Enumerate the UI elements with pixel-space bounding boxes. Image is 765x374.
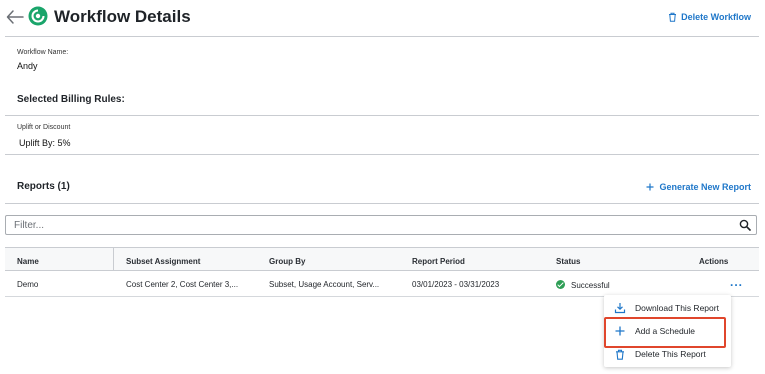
menu-item-label: Add a Schedule bbox=[635, 326, 696, 336]
divider bbox=[5, 36, 759, 37]
billing-rules-title: Selected Billing Rules: bbox=[17, 94, 125, 105]
cell-name: Demo bbox=[17, 280, 39, 289]
workflow-name-label: Workflow Name: bbox=[17, 49, 69, 56]
delete-workflow-label: Delete Workflow bbox=[681, 12, 751, 22]
trash-icon bbox=[614, 348, 626, 360]
download-icon bbox=[614, 302, 626, 314]
status-text: Successful bbox=[571, 281, 610, 290]
menu-item-label: Delete This Report bbox=[635, 349, 706, 359]
cell-report-period: 03/01/2023 - 03/31/2023 bbox=[412, 280, 500, 289]
success-check-icon bbox=[556, 280, 565, 289]
column-header-actions: Actions bbox=[699, 257, 729, 266]
column-header-status[interactable]: Status bbox=[556, 257, 580, 266]
menu-item-download-report[interactable]: Download This Report bbox=[604, 297, 731, 319]
reports-table-header: Name Subset Assignment Group By Report P… bbox=[5, 247, 759, 271]
divider bbox=[5, 203, 759, 204]
trash-icon bbox=[669, 12, 677, 22]
menu-item-delete-report[interactable]: Delete This Report bbox=[604, 343, 731, 365]
menu-item-add-schedule[interactable]: Add a Schedule bbox=[604, 320, 731, 342]
column-divider[interactable] bbox=[113, 248, 114, 270]
generate-report-button[interactable]: Generate New Report bbox=[646, 182, 751, 192]
divider bbox=[5, 115, 759, 116]
row-actions-menu: Download This Report Add a Schedule Dele… bbox=[604, 295, 731, 367]
divider bbox=[5, 154, 759, 155]
column-header-group-by[interactable]: Group By bbox=[269, 257, 305, 266]
cell-status: Successful bbox=[556, 280, 610, 290]
app-logo-icon bbox=[28, 6, 48, 26]
plus-icon bbox=[646, 183, 654, 191]
row-actions-more-button[interactable]: ... bbox=[730, 275, 743, 289]
cell-group-by: Subset, Usage Account, Serv... bbox=[269, 280, 380, 289]
back-arrow-icon[interactable] bbox=[6, 9, 24, 25]
workflow-name-value: Andy bbox=[17, 61, 38, 71]
generate-report-label: Generate New Report bbox=[659, 182, 751, 192]
billing-rule-label: Uplift or Discount bbox=[17, 124, 71, 131]
menu-item-label: Download This Report bbox=[635, 303, 719, 313]
column-header-subset[interactable]: Subset Assignment bbox=[126, 257, 200, 266]
table-row[interactable]: Demo Cost Center 2, Cost Center 3,... Su… bbox=[5, 271, 759, 297]
billing-rule-value: Uplift By: 5% bbox=[19, 138, 71, 148]
filter-input[interactable] bbox=[5, 215, 757, 235]
delete-workflow-button[interactable]: Delete Workflow bbox=[668, 12, 751, 22]
plus-icon bbox=[614, 325, 626, 337]
reports-title: Reports (1) bbox=[17, 181, 70, 192]
cell-subset: Cost Center 2, Cost Center 3,... bbox=[126, 280, 239, 289]
page-title: Workflow Details bbox=[54, 7, 191, 26]
column-header-name[interactable]: Name bbox=[17, 257, 39, 266]
search-icon[interactable] bbox=[739, 219, 751, 231]
column-header-report-period[interactable]: Report Period bbox=[412, 257, 465, 266]
